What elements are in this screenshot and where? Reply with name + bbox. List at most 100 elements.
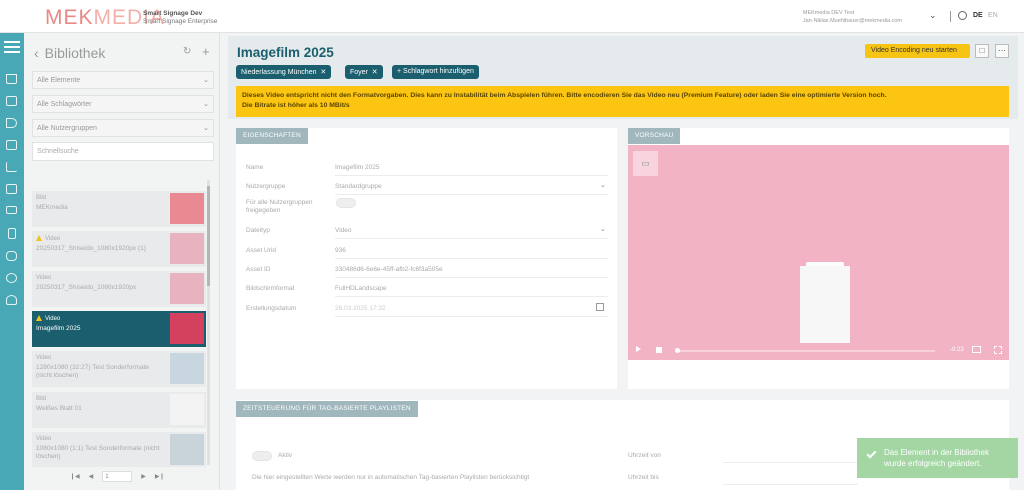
prop-label: Nutzergruppe [246,183,286,190]
warning-banner: Dieses Video entspricht nicht den Format… [236,86,1009,117]
success-toast[interactable]: Das Element in der Bibliothek wurde erfol… [857,438,1018,478]
item-name: MEKmedia [36,204,68,211]
play-icon[interactable] [6,118,17,128]
chevron-down-icon: ⌄ [600,226,606,233]
divider [335,238,608,239]
check-icon [866,448,877,459]
time-to-label: Uhrzeit bis [628,474,659,481]
pagination: ❙◀ ◀ 1 ▶ ▶❙ [70,471,174,482]
calendar-icon[interactable] [596,303,604,311]
thumbnail [170,313,204,344]
time-from-label: Uhrzeit von [628,452,661,459]
properties-heading: EIGENSCHAFTEN [236,128,308,144]
home-icon[interactable] [6,74,17,84]
tag-chip[interactable]: Foyer ✕ [345,65,383,79]
thumbnail [170,273,204,304]
lang-en[interactable]: EN [988,12,998,19]
active-toggle[interactable] [252,451,272,461]
prop-label: Dateityp [246,227,270,234]
preview-heading: VORSCHAU [628,128,681,144]
user-info[interactable]: MEKmedia DEV Test Jan-Niklas.Muehlbauer@m… [803,9,902,25]
schedule-heading: ZEITSTEUERUNG FÜR TAG-BASIERTE PLAYLISTE… [236,401,418,417]
tag-chip[interactable]: Niederlassung München ✕ [236,65,332,79]
grid-icon[interactable] [6,96,17,106]
list-item[interactable]: Video 20250317_Shiseido_1080x1920px [32,271,206,307]
list-item[interactable]: Video Imagefilm 2025 [32,311,206,347]
search-input[interactable]: Schnellsuche [32,142,214,161]
divider [335,296,608,297]
video-controls: -0:23 [628,342,1009,360]
menu-icon[interactable] [4,41,20,43]
list-item[interactable]: Bild MEKmedia [32,191,206,227]
user-icon[interactable] [6,295,17,305]
screen-format-value: FullHDLandscape [335,285,387,292]
share-toggle[interactable] [336,198,356,208]
volume-icon[interactable] [656,347,662,353]
divider [335,194,608,195]
divider [335,258,608,259]
item-name: 1280x1080 (32:27) Test Sonderformate (ni… [36,364,149,379]
chevron-down-icon: ⌄ [203,101,209,108]
list-item[interactable]: Video 1080x1080 (1:1) Test Sonderformate … [32,432,206,467]
cast-icon[interactable]: ▭ [633,151,658,176]
item-name: 20250317_Shiseido_1080x1920px [36,284,137,291]
list-item[interactable]: Bild Weißes Blatt 01 [32,392,206,428]
usergroup-select[interactable]: Standardgruppe [335,183,382,190]
upload-icon[interactable] [6,184,17,194]
add-icon[interactable]: + [202,44,210,59]
comment-icon[interactable]: □ [975,44,989,58]
asset-urid-value: 936 [335,247,346,254]
filter-elements[interactable]: Alle Elemente ⌄ [32,71,214,89]
filter-usergroups[interactable]: Alle Nutzergruppen ⌄ [32,119,214,137]
chevron-down-icon: ⌄ [203,77,209,84]
time-remaining: -0:23 [950,347,964,353]
asset-id-value: 330486d6-6e6e-45ff-afb2-fc6f3a505e [335,266,443,273]
schedule-note: Die hier eingestellten Werte werden nur … [252,474,530,481]
next-page-icon[interactable]: ▶ [141,474,146,480]
globe-icon [958,11,967,20]
pip-icon[interactable] [972,346,981,353]
divider [335,175,608,176]
prop-label: Asset ID [246,266,271,273]
time-to-input[interactable] [723,484,858,485]
list-item[interactable]: Video 20250317_Shiseido_1080x1920px (1) [32,231,206,267]
top-bar: MEKMEDIA Smart Signage Dev Smart Signage … [0,0,1024,33]
seek-bar[interactable] [675,350,935,352]
encode-button[interactable]: Video Encoding neu starten [865,44,970,58]
more-icon[interactable]: ⋯ [995,44,1009,58]
thumbnail [170,394,204,425]
prop-label: Bildschirmformat [246,285,295,292]
divider [950,11,951,22]
item-name: Imagefilm 2025 [36,325,81,332]
prop-label: Erstellungsdatum [246,305,297,312]
chevron-left-icon[interactable]: ‹ [34,45,39,61]
play-icon[interactable] [636,346,641,352]
time-from-input[interactable] [723,462,858,463]
first-page-icon[interactable]: ❙◀ [70,474,80,480]
refresh-icon[interactable]: ↻ [183,46,191,57]
chart-icon[interactable] [6,162,17,172]
created-date-value: 26.03.2025 17:32 [335,305,386,312]
phone-icon[interactable] [8,228,16,239]
page-select[interactable]: 1 [102,471,133,482]
name-field[interactable]: Imagefilm 2025 [335,164,379,171]
item-name: Weißes Blatt 01 [36,405,82,412]
prev-page-icon[interactable]: ◀ [89,474,94,480]
edit-icon[interactable] [6,140,17,150]
list-item[interactable]: Video 1280x1080 (32:27) Test Sonderformat… [32,351,206,387]
item-name: 1080x1080 (1:1) Test Sonderformate (nich… [36,445,160,460]
lang-de[interactable]: DE [973,12,983,19]
scrollbar[interactable] [207,180,210,465]
fullscreen-icon[interactable] [994,346,1002,354]
seek-handle[interactable] [675,348,680,353]
hand-icon[interactable] [6,251,17,261]
last-page-icon[interactable]: ▶❙ [155,474,165,480]
filter-tags[interactable]: Alle Schlagwörter ⌄ [32,95,214,113]
thumbnail [170,233,204,264]
filetype-select[interactable]: Video [335,227,352,234]
gear-icon[interactable] [6,273,17,283]
chevron-down-icon[interactable]: ⌄ [929,10,937,21]
monitor-icon[interactable] [6,206,17,214]
add-tag-button[interactable]: + Schlagwort hinzufügen [392,65,479,79]
active-label: Aktiv [278,452,293,459]
